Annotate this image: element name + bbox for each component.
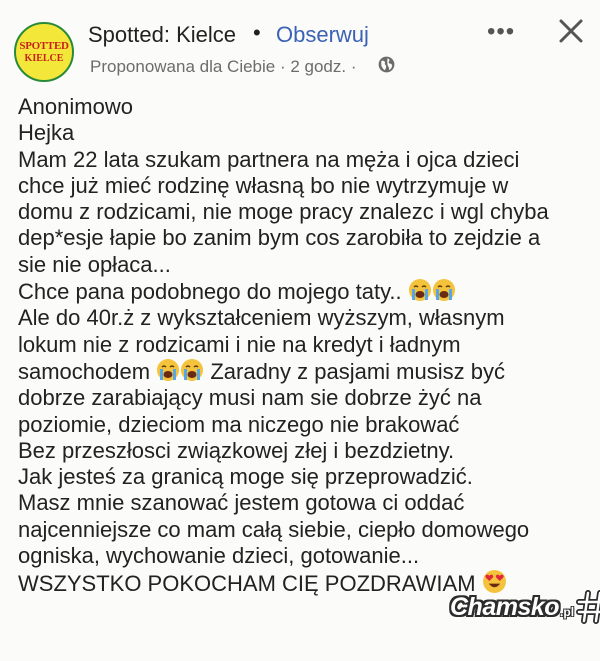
post-body: Anonimowo Hejka Mam 22 lata szukam partn… xyxy=(18,94,588,598)
post-line: poziomie, dzieciom ma niczego nie brakow… xyxy=(18,411,460,437)
post-line: chce już mieć rodzinę własną bo nie wytr… xyxy=(18,172,509,198)
post-line: Chce pana podobnego do mojego taty.. xyxy=(18,278,588,305)
follow-button[interactable]: Obserwuj xyxy=(276,22,369,48)
post-line: Mam 22 lata szukam partnera na męża i oj… xyxy=(18,146,520,172)
post-line: samochodem Zaradny z pasjami musisz być xyxy=(18,358,588,385)
more-options-button[interactable]: ••• xyxy=(487,18,515,46)
header-separator: • xyxy=(253,20,261,45)
globe-icon xyxy=(378,56,395,73)
post-line-text: Zaradny z pasjami musisz być xyxy=(210,358,505,384)
post-line: najcenniejsze co mam całą siebie, ciepło… xyxy=(18,516,530,542)
post-line: Hejka xyxy=(18,120,75,146)
post-line: dobrze zarabiający musi nam sie dobrze ż… xyxy=(18,385,482,411)
avatar-text-top: SPOTTED xyxy=(19,39,69,52)
post-line: Masz mnie szanować jestem gotowa ci odda… xyxy=(18,490,465,516)
post-line: Ale do 40r.ż z wykształceniem wyższym, w… xyxy=(18,305,505,331)
crying-face-emoji-icon xyxy=(408,279,431,302)
avatar-text-bottom: KIELCE xyxy=(24,52,64,64)
post-line: Bez przeszłosci związkowej złej i bezdzi… xyxy=(18,437,455,463)
post-line: ogniska, wychowanie dzieci, gotowanie... xyxy=(18,543,420,569)
watermark-text: Chamsko xyxy=(450,592,560,621)
watermark-suffix: .pl xyxy=(560,605,575,619)
crying-face-emoji-icon xyxy=(157,358,180,381)
page-avatar[interactable]: SPOTTED KIELCE xyxy=(14,22,74,82)
watermark-logo: Chamsko .pl xyxy=(450,590,600,624)
crying-face-emoji-icon xyxy=(181,358,204,381)
post-line-text: Chce pana podobnego do mojego taty.. xyxy=(18,279,402,305)
hash-icon xyxy=(576,590,600,624)
post-line: sie nie opłaca... xyxy=(18,251,171,277)
post-line: lokum nie z rodzicami i nie na kredyt i … xyxy=(18,331,461,357)
post-line-text: samochodem xyxy=(18,358,151,384)
post-line: Anonimowo xyxy=(18,94,133,119)
post-line: domu z rodzicami, nie moge pracy znalezc… xyxy=(18,199,549,225)
crying-face-emoji-icon xyxy=(432,279,455,302)
close-icon[interactable] xyxy=(556,14,586,48)
post-header: SPOTTED KIELCE Spotted: Kielce • Obserwu… xyxy=(0,0,600,92)
post-meta: Proponowana dla Ciebie · 2 godz. · xyxy=(90,57,357,76)
post-line-text: WSZYSTKO POKOCHAM CIĘ POZDRAWIAM xyxy=(18,571,476,597)
post-line: dep*esje łapie bo zanim bym cos zarobiła… xyxy=(18,225,541,251)
page-name-link[interactable]: Spotted: Kielce xyxy=(88,22,236,48)
post-line: Jak jesteś za granicą moge się przeprowa… xyxy=(18,464,473,490)
